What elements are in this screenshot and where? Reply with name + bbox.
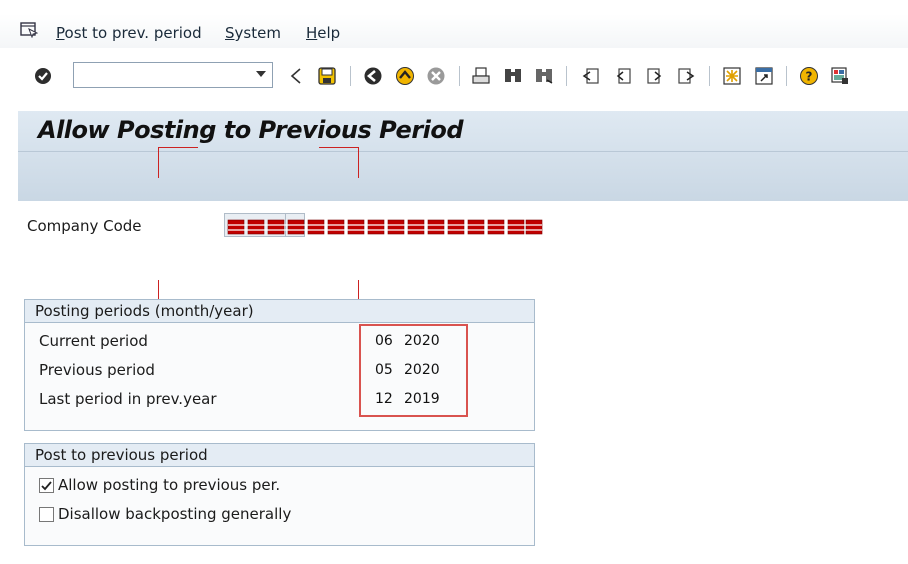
enter-icon[interactable] <box>33 66 53 86</box>
help-icon[interactable]: ? <box>799 66 819 86</box>
toolbar-separator <box>459 66 460 86</box>
annotation-line <box>158 147 198 148</box>
annotation-line <box>319 147 359 148</box>
next-page-icon[interactable] <box>645 66 665 86</box>
save-icon[interactable] <box>317 66 337 86</box>
annotation-line <box>358 147 359 178</box>
create-session-icon[interactable] <box>722 66 742 86</box>
redaction-mark <box>227 219 543 235</box>
last-period-prev-year-label: Last period in prev.year <box>39 390 217 408</box>
page-title: Allow Posting to Previous Period <box>38 116 464 144</box>
current-period-month: 06 <box>375 333 393 349</box>
toolbar-separator <box>786 66 787 86</box>
back-arrow-icon[interactable] <box>286 66 306 86</box>
menu-icon[interactable] <box>20 22 38 38</box>
posting-periods-title: Posting periods (month/year) <box>35 302 254 320</box>
customize-layout-icon[interactable] <box>830 66 850 86</box>
first-page-icon[interactable] <box>581 66 601 86</box>
last-period-year: 2019 <box>404 391 440 407</box>
toolbar-separator <box>709 66 710 86</box>
post-to-previous-period-group: Post to previous period <box>24 443 535 546</box>
last-page-icon[interactable] <box>676 66 696 86</box>
previous-period-month: 05 <box>375 362 393 378</box>
allow-posting-label: Allow posting to previous per. <box>58 476 281 494</box>
previous-page-icon[interactable] <box>613 66 633 86</box>
shortcut-icon[interactable] <box>754 66 774 86</box>
menu-post-to-prev-period[interactable]: Post to prev. period <box>56 24 202 42</box>
command-dropdown-icon[interactable] <box>255 68 267 80</box>
disallow-backposting-label: Disallow backposting generally <box>58 505 292 523</box>
company-code-label: Company Code <box>27 217 142 235</box>
current-period-label: Current period <box>39 332 148 350</box>
annotation-line <box>158 147 159 178</box>
previous-period-label: Previous period <box>39 361 155 379</box>
last-period-month: 12 <box>375 391 393 407</box>
toolbar-separator <box>350 66 351 86</box>
toolbar-separator <box>566 66 567 86</box>
find-icon[interactable] <box>503 66 523 86</box>
allow-posting-checkbox[interactable] <box>39 478 54 493</box>
command-field[interactable] <box>73 62 273 88</box>
find-next-icon[interactable] <box>534 66 554 86</box>
exit-icon[interactable] <box>395 66 415 86</box>
menu-system[interactable]: System <box>225 24 281 42</box>
post-prev-title: Post to previous period <box>35 446 208 464</box>
back-icon[interactable] <box>363 66 383 86</box>
current-period-year: 2020 <box>404 333 440 349</box>
disallow-backposting-checkbox[interactable] <box>39 507 54 522</box>
print-icon[interactable] <box>471 66 491 86</box>
previous-period-year: 2020 <box>404 362 440 378</box>
cancel-icon[interactable] <box>426 66 446 86</box>
menu-help[interactable]: Help <box>306 24 340 42</box>
svg-text:?: ? <box>806 70 813 84</box>
